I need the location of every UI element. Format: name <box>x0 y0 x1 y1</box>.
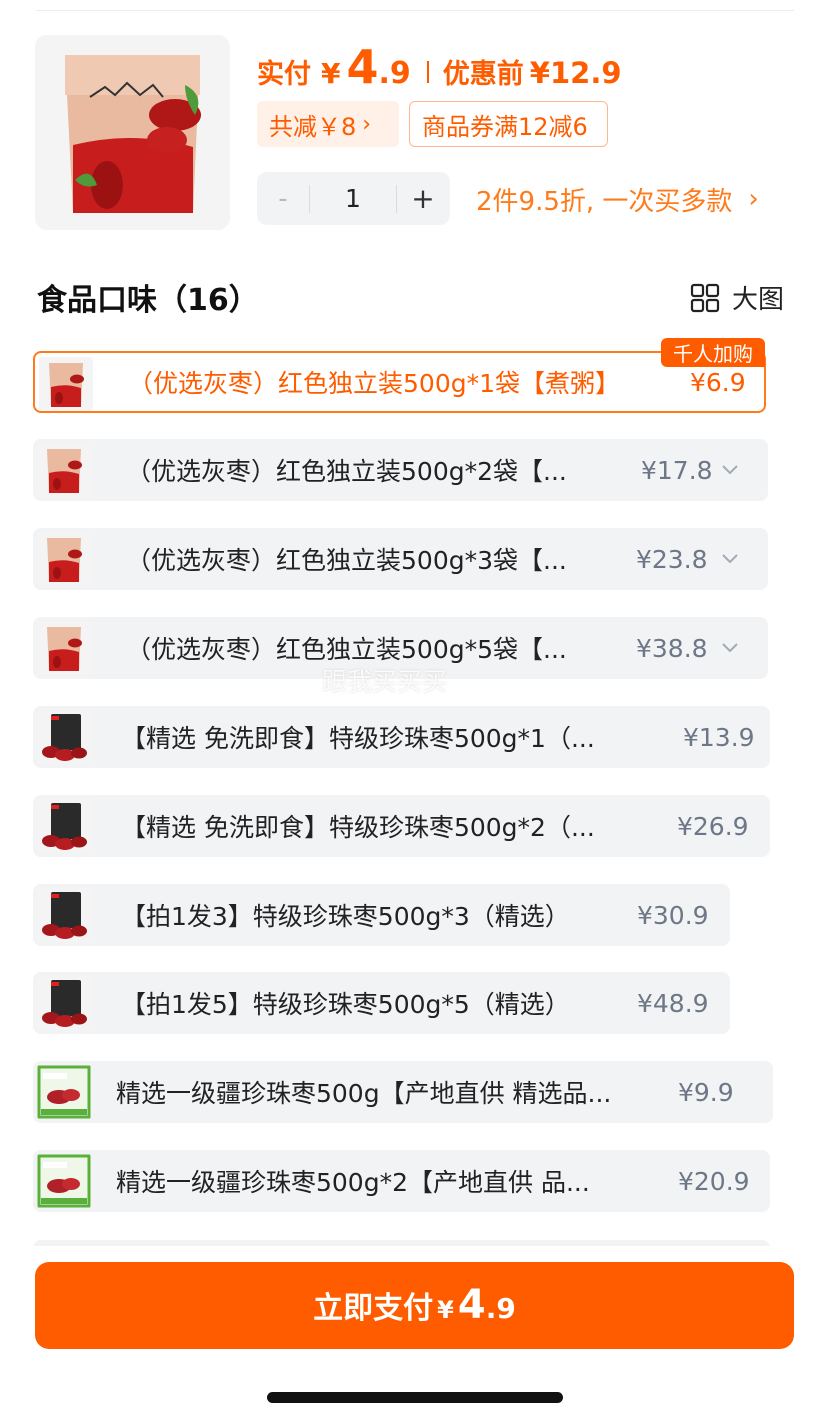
watermark-text: 跟我买买买 <box>322 667 448 696</box>
savings-chip[interactable]: 共减￥8 › <box>257 101 399 147</box>
chevron-down-icon[interactable] <box>721 439 739 501</box>
flavor-option-7[interactable]: 【拍1发3】特级珍珠枣500g*3（精选） ¥30.9 <box>33 884 730 946</box>
option-name: （优选灰枣）红色独立装500g*2袋【... <box>126 457 567 486</box>
option-price: ¥38.8 <box>636 633 708 663</box>
option-thumbnail <box>37 532 91 586</box>
product-image[interactable] <box>35 35 230 230</box>
option-price: ¥30.9 <box>637 900 709 930</box>
flavor-option-1[interactable]: （优选灰枣）红色独立装500g*1袋【煮粥】 ¥6.9 <box>33 351 766 413</box>
flavor-section-title: 食品口味（16） <box>37 283 259 318</box>
decrease-button[interactable]: - <box>257 184 309 214</box>
chevron-right-icon: › <box>748 184 759 214</box>
savings-text: 共减￥8 <box>269 112 357 141</box>
option-thumbnail <box>39 357 93 411</box>
option-name: 【拍1发3】特级珍珠枣500g*3（精选） <box>121 902 570 931</box>
multi-buy-promo-link[interactable]: 2件9.5折, 一次买多款 › <box>476 176 759 222</box>
flavor-option-9[interactable]: 精选一级疆珍珠枣500g【产地直供 精选品... ¥9.9 <box>33 1061 773 1123</box>
flavor-option-3[interactable]: （优选灰枣）红色独立装500g*3袋【... ¥23.8 <box>33 528 768 590</box>
option-thumbnail <box>37 710 91 764</box>
pay-price-integer: 4 <box>346 40 379 94</box>
grid-icon <box>690 283 720 312</box>
flavor-option-2[interactable]: （优选灰枣）红色独立装500g*2袋【... ¥17.8 <box>33 439 768 501</box>
pay-button-price-integer: 4 <box>457 1282 486 1328</box>
original-price-label: 优惠前 <box>442 59 524 90</box>
option-price: ¥13.9 <box>683 722 755 752</box>
price-separator <box>426 61 429 83</box>
increase-button[interactable]: + <box>397 182 449 215</box>
coupon-text: 商品券满12减6 <box>422 112 588 141</box>
option-price: ¥26.9 <box>677 811 749 841</box>
flavor-option-10[interactable]: 精选一级疆珍珠枣500g*2【产地直供 品... ¥20.9 <box>33 1150 770 1212</box>
quantity-stepper: - 1 + <box>257 172 450 225</box>
price-row: 实付 ¥ 4 .9 优惠前 ¥12.9 <box>257 40 622 96</box>
option-name: 【拍1发5】特级珍珠枣500g*5（精选） <box>121 990 570 1019</box>
option-price: ¥9.9 <box>678 1077 734 1107</box>
option-name: 【精选 免洗即食】特级珍珠枣500g*2（... <box>121 813 595 842</box>
pay-button-label: 立即支付 <box>313 1291 434 1326</box>
promo-text: 2件9.5折, 一次买多款 <box>476 186 733 217</box>
pay-price-decimal: .9 <box>378 56 411 91</box>
pay-label: 实付 <box>257 59 311 90</box>
chevron-down-icon[interactable] <box>721 617 739 679</box>
option-name: 精选一级疆珍珠枣500g【产地直供 精选品... <box>116 1079 612 1108</box>
option-thumbnail <box>37 443 91 497</box>
option-price: ¥20.9 <box>678 1166 750 1196</box>
pay-button-currency: ¥ <box>437 1296 454 1324</box>
flavor-option-5[interactable]: 【精选 免洗即食】特级珍珠枣500g*1（... ¥13.9 <box>33 706 770 768</box>
option-thumbnail <box>37 1065 91 1119</box>
option-name: 【精选 免洗即食】特级珍珠枣500g*1（... <box>121 724 595 753</box>
option-thumbnail <box>37 976 91 1030</box>
popular-badge: 千人加购 <box>661 338 765 367</box>
original-price-value: ¥12.9 <box>529 56 622 90</box>
pay-button-price-decimal: .9 <box>485 1292 516 1325</box>
top-divider <box>36 10 794 11</box>
flavor-option-6[interactable]: 【精选 免洗即食】特级珍珠枣500g*2（... ¥26.9 <box>33 795 770 857</box>
option-name: （优选灰枣）红色独立装500g*3袋【... <box>126 546 567 575</box>
jujube-bag-image <box>35 35 230 230</box>
chevron-right-icon: › <box>362 111 372 137</box>
option-price: ¥17.8 <box>641 455 713 485</box>
large-image-view-toggle[interactable]: 大图 <box>690 279 784 316</box>
option-thumbnail <box>37 1154 91 1208</box>
quantity-input[interactable]: 1 <box>310 184 396 213</box>
option-price: ¥48.9 <box>637 988 709 1018</box>
option-thumbnail <box>37 799 91 853</box>
coupon-chip[interactable]: 商品券满12减6 <box>409 101 608 147</box>
option-price: ¥23.8 <box>636 544 708 574</box>
view-toggle-label: 大图 <box>732 285 785 315</box>
option-thumbnail <box>37 621 91 675</box>
pay-now-button[interactable]: 立即支付 ¥ 4 .9 <box>35 1262 794 1349</box>
option-name: 精选一级疆珍珠枣500g*2【产地直供 品... <box>116 1168 590 1197</box>
chevron-down-icon[interactable] <box>721 528 739 590</box>
option-thumbnail <box>37 888 91 942</box>
flavor-option-8[interactable]: 【拍1发5】特级珍珠枣500g*5（精选） ¥48.9 <box>33 972 730 1034</box>
home-indicator <box>267 1392 563 1403</box>
option-name: （优选灰枣）红色独立装500g*1袋【煮粥】 <box>128 369 620 398</box>
pay-currency: ¥ <box>321 57 341 90</box>
